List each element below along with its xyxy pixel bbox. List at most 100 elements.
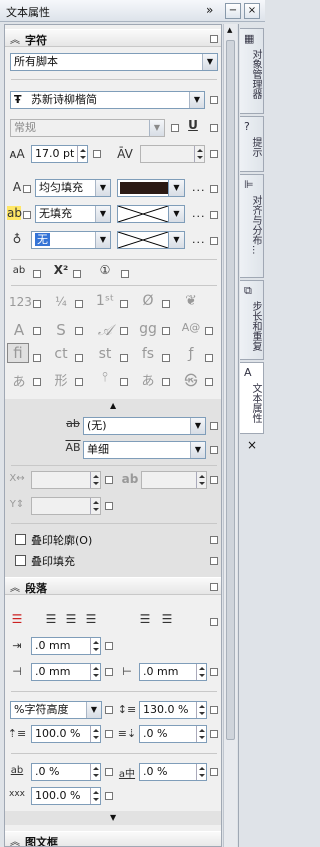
ot-checkbox[interactable] — [33, 354, 41, 362]
ot-checkbox[interactable] — [205, 327, 213, 335]
close-button[interactable]: × — [244, 3, 260, 19]
spinner[interactable] — [196, 472, 206, 488]
space-after-input[interactable]: .0 % — [139, 725, 207, 743]
underline-type-dropdown[interactable]: 单细 ▼ — [83, 441, 206, 459]
ot-checkbox[interactable] — [33, 300, 41, 308]
ot-checkbox[interactable] — [120, 300, 128, 308]
font-size-input[interactable]: 17.0 pt — [31, 145, 88, 163]
spinner[interactable] — [194, 146, 204, 162]
font-style-dropdown[interactable]: 常规 ▼ — [10, 119, 165, 137]
color-picker-button[interactable]: ▼ — [168, 179, 185, 197]
expand-down-icon[interactable]: ▼ — [110, 813, 116, 822]
ot-checkbox[interactable] — [75, 378, 83, 386]
unit-checkbox[interactable] — [105, 706, 113, 714]
overprint-outline-checkbox[interactable] — [15, 534, 26, 545]
underline-checkbox[interactable] — [210, 124, 218, 132]
strikethrough-dropdown[interactable]: (无) ▼ — [83, 417, 206, 435]
horizontal-shift-input[interactable] — [31, 471, 101, 489]
cjk-variant-icon[interactable]: ㉿ — [181, 370, 201, 389]
frame-section-header[interactable]: ︽ 图文框 — [5, 831, 221, 846]
ot-checkbox[interactable] — [75, 300, 83, 308]
swash-s-icon[interactable]: S — [51, 321, 71, 339]
after-checkbox[interactable] — [210, 730, 218, 738]
kerning-input[interactable] — [140, 145, 205, 163]
ornament-icon[interactable]: ❦ — [181, 293, 201, 309]
bg-color-checkbox[interactable] — [210, 211, 218, 219]
size-checkbox[interactable] — [93, 150, 101, 158]
script-dropdown[interactable]: 所有脚本 ▼ — [10, 53, 218, 71]
ot-checkbox[interactable] — [205, 378, 213, 386]
word-spacing-input[interactable]: 100.0 % — [31, 787, 101, 805]
right-indent-checkbox[interactable] — [210, 668, 218, 676]
spinner[interactable] — [90, 638, 100, 654]
ot-checkbox[interactable] — [205, 354, 213, 362]
tab-step-repeat[interactable]: ⧉ 步长和重复 — [240, 280, 264, 360]
ot-checkbox[interactable] — [33, 378, 41, 386]
cjk-form-icon[interactable]: 形 — [51, 370, 71, 389]
spinner[interactable] — [196, 664, 206, 680]
space-before-input[interactable]: 100.0 % — [31, 725, 101, 743]
align-right-icon[interactable]: ☰ — [81, 612, 101, 626]
ordinal-icon[interactable]: ① — [95, 263, 115, 277]
ligature-ct-icon[interactable]: ct — [51, 346, 71, 362]
left-indent-checkbox[interactable] — [105, 668, 113, 676]
ot-checkbox[interactable] — [162, 378, 170, 386]
section-checkbox[interactable] — [210, 35, 218, 43]
outline-width-dropdown[interactable]: 无 ▼ — [31, 231, 111, 249]
more-button[interactable]: ... — [192, 181, 206, 194]
color-picker-button[interactable]: ▼ — [168, 205, 185, 223]
ot-checkbox[interactable] — [75, 354, 83, 362]
first-indent-input[interactable]: .0 mm — [31, 637, 101, 655]
vertical-scrollbar[interactable]: ▲ — [223, 24, 237, 847]
ot-checkbox[interactable] — [120, 378, 128, 386]
fill-type-dropdown[interactable]: 均匀填充 ▼ — [35, 179, 111, 197]
stylistic-gg-icon[interactable]: gg — [138, 321, 158, 337]
line-spacing-unit-dropdown[interactable]: %字符高度 ▼ — [10, 701, 102, 719]
ligature-st-icon[interactable]: st — [95, 346, 115, 362]
section-checkbox[interactable] — [210, 583, 218, 591]
close-tab-icon[interactable]: × — [247, 438, 257, 452]
ordinal-checkbox[interactable] — [121, 270, 129, 278]
style-checkbox[interactable] — [171, 124, 179, 132]
stylistic-a-icon[interactable]: 𝒜 — [95, 321, 115, 339]
bg-fill-checkbox[interactable] — [23, 211, 31, 219]
ot-checkbox[interactable] — [120, 354, 128, 362]
char-spacing-checkbox[interactable] — [105, 768, 113, 776]
angle-checkbox[interactable] — [210, 476, 218, 484]
first-indent-checkbox[interactable] — [105, 642, 113, 650]
all-caps-icon[interactable]: ab — [9, 265, 29, 276]
line-spacing-input[interactable]: 130.0 % — [139, 701, 207, 719]
char-angle-input[interactable] — [141, 471, 207, 489]
spinner[interactable] — [196, 726, 206, 742]
caps-checkbox[interactable] — [33, 270, 41, 278]
scroll-up-icon[interactable]: ▲ — [227, 26, 232, 34]
spinner[interactable] — [90, 664, 100, 680]
ot-checkbox[interactable] — [33, 327, 41, 335]
tab-text-properties[interactable]: A 文本属性 — [240, 362, 264, 434]
superscript-icon[interactable]: X² — [51, 263, 71, 277]
spinner[interactable] — [90, 764, 100, 780]
spinner[interactable] — [90, 498, 100, 514]
lang-spacing-checkbox[interactable] — [210, 768, 218, 776]
tab-object-manager[interactable]: ▦ 对象管理器 — [240, 28, 264, 114]
spinner[interactable] — [77, 146, 87, 162]
ot-checkbox[interactable] — [120, 327, 128, 335]
more-button[interactable]: ... — [192, 233, 206, 246]
spinner[interactable] — [196, 764, 206, 780]
cjk-alt-icon[interactable]: あ — [138, 370, 158, 389]
pin-icon[interactable]: » — [206, 3, 213, 17]
font-dropdown[interactable]: Ŧ 苏新诗柳楷简 ▼ — [10, 91, 205, 109]
fill-color-checkbox[interactable] — [210, 185, 218, 193]
font-checkbox[interactable] — [210, 96, 218, 104]
collapse-chevron-icon[interactable]: ︽ — [10, 579, 20, 594]
left-indent-input[interactable]: .0 mm — [31, 663, 101, 681]
slashed-zero-icon[interactable]: Ø — [138, 293, 158, 309]
collapse-up-icon[interactable]: ▲ — [110, 401, 116, 410]
spinner[interactable] — [196, 702, 206, 718]
position-checkbox[interactable] — [73, 270, 81, 278]
underline-icon[interactable]: U — [183, 118, 203, 132]
op-fill-checkbox[interactable] — [210, 557, 218, 565]
collapse-chevron-icon[interactable]: ︽ — [10, 31, 20, 46]
ot-checkbox[interactable] — [75, 327, 83, 335]
char-spacing-input[interactable]: .0 % — [31, 763, 101, 781]
